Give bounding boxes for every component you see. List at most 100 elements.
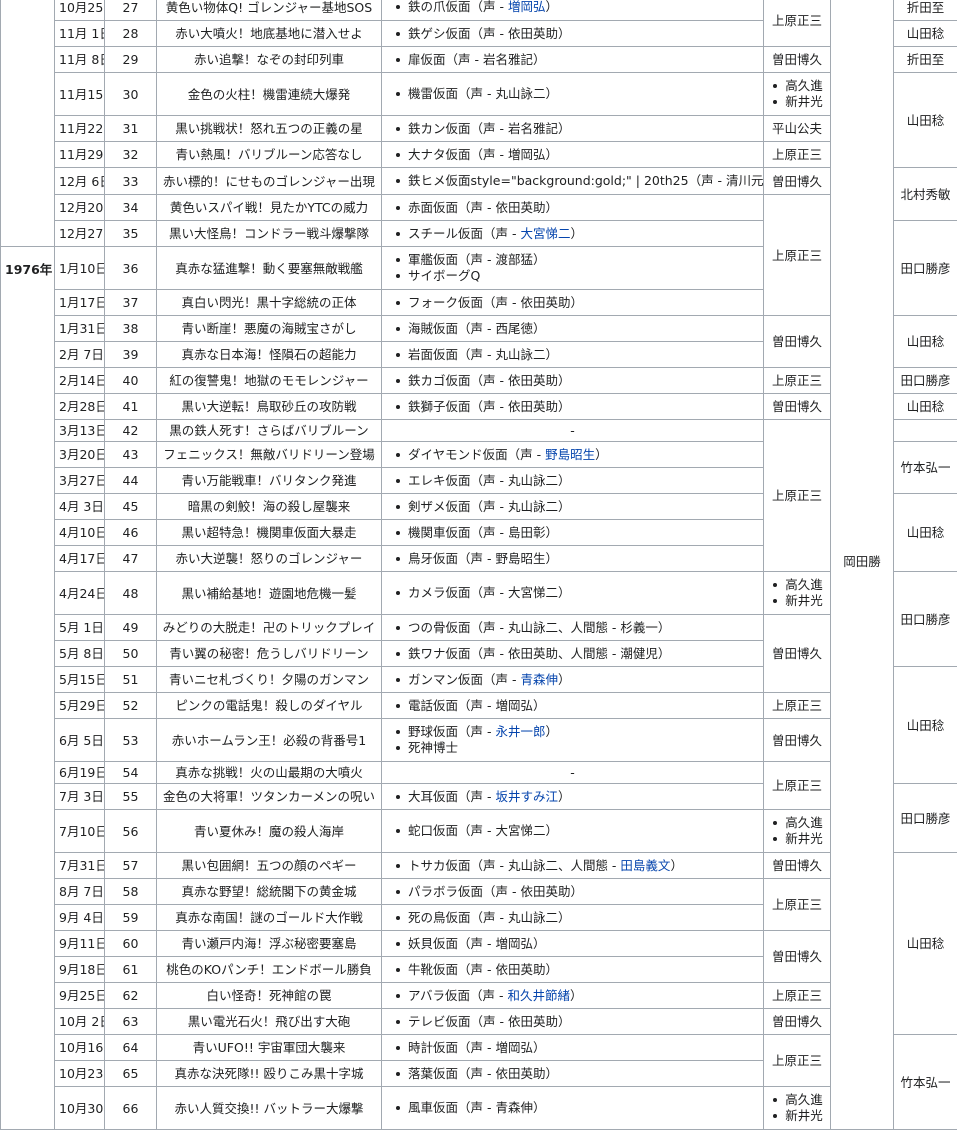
episode-title: 紅の復讐鬼！地獄のモモレンジャー <box>156 367 382 394</box>
episode-title: 青い瀬戸内海！浮ぶ秘密要塞島 <box>156 930 382 957</box>
writer-cell: 曽田博久 <box>763 315 831 368</box>
air-date: 2月28日 <box>54 393 105 420</box>
guest-cell: 機雷仮面（声 - 丸山詠二） <box>381 72 764 116</box>
air-date: 12月 6日 <box>54 167 105 195</box>
episode-title: 青いニセ札づくり！夕陽のガンマン <box>156 666 382 693</box>
guest-link[interactable]: 永井一郎 <box>495 724 545 739</box>
guest-cell: 赤面仮面（声 - 依田英助） <box>381 194 764 221</box>
episode-title: 赤い大噴火！地底基地に潜入せよ <box>156 20 382 47</box>
episode-number: 37 <box>104 289 157 316</box>
table-row: 10月30日 66 赤い人質交換!! バットラー大爆撃 風車仮面（声 - 青森伸… <box>1 1086 957 1130</box>
episode-number: 59 <box>104 904 157 931</box>
guest-item: 落葉仮面（声 - 依田英助） <box>396 1066 759 1082</box>
guest-link[interactable]: 坂井すみ江 <box>495 789 558 804</box>
director-cell: 山田稔 <box>893 315 957 368</box>
episode-title: みどりの大脱走！卍のトリックプレイ <box>156 614 382 641</box>
guest-cell: 軍艦仮面（声 - 渡部猛） サイボーグQ <box>381 246 764 290</box>
writer-name: 新井光 <box>773 593 823 608</box>
guest-link[interactable]: 大宮悌二 <box>520 226 570 241</box>
director-cell: 山田稔 <box>893 20 957 47</box>
air-date: 11月 1日 <box>54 20 105 47</box>
guest-cell: 落葉仮面（声 - 依田英助） <box>381 1060 764 1087</box>
guest-link[interactable]: 増岡弘 <box>508 0 546 14</box>
writer-cell: 上原正三 <box>763 194 831 316</box>
episode-title: 黒い電光石火！飛び出す大砲 <box>156 1008 382 1035</box>
episode-number: 29 <box>104 46 157 73</box>
episode-title: 赤い大逆襲！怒りのゴレンジャー <box>156 545 382 572</box>
episode-number: 56 <box>104 809 157 853</box>
guest-item: 機雷仮面（声 - 丸山詠二） <box>396 86 759 102</box>
episode-number: 46 <box>104 519 157 546</box>
guest-item: エレキ仮面（声 - 丸山詠二） <box>396 473 759 489</box>
guest-cell: 時計仮面（声 - 増岡弘） <box>381 1034 764 1061</box>
writer-cell: 上原正三 <box>763 367 831 394</box>
table-row: 11月15日 30 金色の火柱！機雷連続大爆発 機雷仮面（声 - 丸山詠二） 高… <box>1 72 957 168</box>
director-cell: 折田至 <box>893 46 957 73</box>
air-date: 4月 3日 <box>54 493 105 520</box>
guest-link[interactable]: 野島昭生 <box>545 447 595 462</box>
director-cell: 山田稔 <box>893 666 957 784</box>
director-cell: 竹本弘一 <box>893 441 957 494</box>
guest-item: 鉄カン仮面（声 - 岩名雅記） <box>396 121 759 137</box>
air-date: 3月27日 <box>54 467 105 494</box>
air-date: 5月 1日 <box>54 614 105 641</box>
episode-title: 黄色いスパイ戦！見たかYTCの威力 <box>156 194 382 221</box>
writer-cell: 曽田博久 <box>763 930 831 983</box>
episode-number: 39 <box>104 341 157 368</box>
writer-cell: 曽田博久 <box>763 1008 831 1035</box>
episode-number: 63 <box>104 1008 157 1035</box>
table-row: 5月29日 52 ピンクの電話鬼！殺しのダイヤル 電話仮面（声 - 増岡弘） 上… <box>1 692 957 719</box>
guest-cell: つの骨仮面（声 - 丸山詠二、人間態 - 杉義一） <box>381 614 764 641</box>
air-date: 4月17日 <box>54 545 105 572</box>
guest-link[interactable]: 青森伸 <box>520 672 558 687</box>
episode-title: 白い怪奇！死神館の罠 <box>156 982 382 1009</box>
air-date: 7月 3日 <box>54 783 105 810</box>
guest-item: 電話仮面（声 - 増岡弘） <box>396 698 759 714</box>
guest-link[interactable]: 田島義文 <box>620 858 670 873</box>
episode-title: 金色の大将軍！ツタンカーメンの呪い <box>156 783 382 810</box>
air-date: 12月27日 <box>54 220 105 247</box>
episode-table: 10月25日 27 黄色い物体Q! ゴレンジャー基地SOS 鉄の爪仮面（声 - … <box>0 0 957 1130</box>
guest-cell: 電話仮面（声 - 増岡弘） <box>381 692 764 719</box>
air-date: 1月31日 <box>54 315 105 342</box>
episode-title: 青い夏休み！魔の殺人海岸 <box>156 809 382 853</box>
episode-number: 27 <box>104 0 157 21</box>
episode-number: 66 <box>104 1086 157 1130</box>
episode-title: 赤いホームラン王！必殺の背番号1 <box>156 718 382 762</box>
table-row: 2月28日 41 黒い大逆転！鳥取砂丘の攻防戦 鉄獅子仮面（声 - 依田英助） … <box>1 393 957 420</box>
guest-link[interactable]: 和久井節緒 <box>507 988 570 1003</box>
guest-none: - <box>381 761 764 784</box>
writer-cell: 上原正三 <box>763 419 831 572</box>
guest-cell: 鉄の爪仮面（声 - 増岡弘） <box>381 0 764 21</box>
guest-cell: 妖貝仮面（声 - 増岡弘） <box>381 930 764 957</box>
air-date: 8月 7日 <box>54 878 105 905</box>
table-row: 1月31日 38 青い断崖！悪魔の海賊宝さがし 海賊仮面（声 - 西尾徳） 曽田… <box>1 315 957 368</box>
guest-cell: 剣ザメ仮面（声 - 丸山詠二） <box>381 493 764 520</box>
table-row: 12月20日 34 黄色いスパイ戦！見たかYTCの威力 赤面仮面（声 - 依田英… <box>1 194 957 316</box>
episode-title: 青い万能戦車！バリタンク発進 <box>156 467 382 494</box>
guest-item: 軍艦仮面（声 - 渡部猛） <box>396 252 759 268</box>
table-row: 8月 7日 58 真赤な野望！総統閣下の黄金城 パラボラ仮面（声 - 依田英助）… <box>1 878 957 931</box>
guest-cell: 鉄ゲシ仮面（声 - 依田英助） <box>381 20 764 47</box>
guest-cell: 大ナタ仮面（声 - 増岡弘） <box>381 141 764 168</box>
air-date: 1月10日 <box>54 246 105 290</box>
director-cell: 折田至 <box>893 0 957 21</box>
air-date: 9月25日 <box>54 982 105 1009</box>
writer-name: 新井光 <box>773 1108 823 1123</box>
episode-number: 31 <box>104 115 157 142</box>
guest-cell: 扉仮面（声 - 岩名雅記） <box>381 46 764 73</box>
table-row: 7月31日 57 黒い包囲網！五つの顔のペギー トサカ仮面（声 - 丸山詠二、人… <box>1 852 957 1035</box>
writer-cell: 高久進 新井光 <box>763 571 831 615</box>
year-cell <box>0 0 55 247</box>
guest-cell: ダイヤモンド仮面（声 - 野島昭生） <box>381 441 764 468</box>
guest-cell: ガンマン仮面（声 - 青森伸） <box>381 666 764 693</box>
guest-item: 鉄ワナ仮面（声 - 依田英助、人間態 - 潮健児） <box>396 646 759 662</box>
guest-item: カメラ仮面（声 - 大宮悌二） <box>396 585 759 601</box>
episode-number: 43 <box>104 441 157 468</box>
episode-number: 57 <box>104 852 157 879</box>
writer-cell: 高久進 新井光 <box>763 809 831 853</box>
episode-number: 48 <box>104 571 157 615</box>
table-row: 10月25日 27 黄色い物体Q! ゴレンジャー基地SOS 鉄の爪仮面（声 - … <box>0 0 957 1130</box>
guest-item: つの骨仮面（声 - 丸山詠二、人間態 - 杉義一） <box>396 620 759 636</box>
episode-number: 40 <box>104 367 157 394</box>
